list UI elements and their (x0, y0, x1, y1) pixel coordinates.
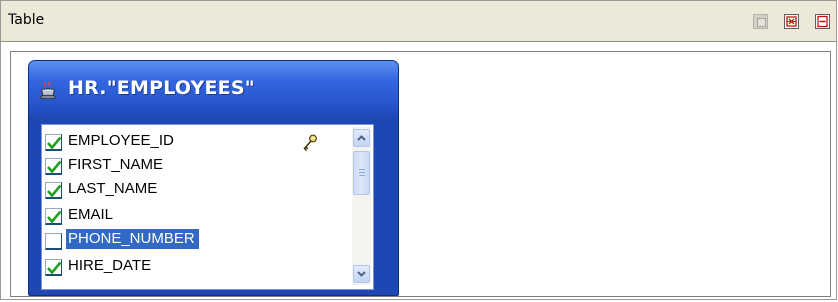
column-row[interactable]: EMPLOYEE_ID (42, 130, 342, 154)
column-name: PHONE_NUMBER (66, 229, 199, 249)
column-checkbox[interactable] (45, 208, 62, 225)
column-row[interactable]: EMAIL (42, 204, 342, 228)
minus-icon (817, 15, 828, 28)
scroll-up-button[interactable] (353, 129, 370, 147)
table-widget[interactable]: HR."EMPLOYEES" EMPLOYEE_ID FIRST_NAME LA… (28, 60, 399, 296)
auto-layout-icon (786, 16, 797, 27)
scroll-down-button[interactable] (353, 265, 370, 283)
panel-header: Table (1, 1, 836, 42)
scroll-thumb[interactable] (353, 151, 370, 195)
column-row[interactable]: HIRE_DATE (42, 255, 342, 279)
checkmark-icon (47, 160, 62, 174)
checkmark-icon (47, 210, 62, 224)
column-name: EMAIL (68, 206, 114, 223)
remove-table-button[interactable] (815, 14, 830, 29)
column-name: EMPLOYEE_ID (68, 132, 174, 149)
auto-layout-button[interactable] (784, 14, 799, 29)
column-row[interactable]: LAST_NAME (42, 178, 342, 202)
column-name: FIRST_NAME (68, 156, 164, 173)
column-checkbox[interactable] (45, 182, 62, 199)
column-name: LAST_NAME (68, 180, 158, 197)
column-row[interactable]: FIRST_NAME (42, 154, 342, 178)
chevron-down-icon (357, 271, 366, 277)
column-checkbox[interactable] (45, 233, 62, 250)
column-row-selected[interactable]: PHONE_NUMBER (42, 229, 342, 253)
table-widget-title: HR."EMPLOYEES" (68, 77, 255, 99)
column-checkbox[interactable] (45, 158, 62, 175)
table-icon (39, 80, 57, 100)
checkmark-icon (47, 136, 62, 150)
column-checkbox[interactable] (45, 259, 62, 276)
column-checkbox[interactable] (45, 134, 62, 151)
vertical-scrollbar[interactable] (352, 127, 371, 285)
checkmark-icon (47, 184, 62, 198)
chevron-up-icon (357, 135, 366, 141)
primary-key-icon (303, 134, 317, 152)
column-name: HIRE_DATE (68, 257, 152, 274)
column-list[interactable]: EMPLOYEE_ID FIRST_NAME LAST_NAME EMAIL P… (41, 124, 374, 290)
add-table-button[interactable] (753, 14, 768, 29)
checkmark-icon (47, 261, 62, 275)
table-widget-titlebar[interactable]: HR."EMPLOYEES" (29, 61, 398, 117)
panel-title: Table (8, 12, 45, 28)
